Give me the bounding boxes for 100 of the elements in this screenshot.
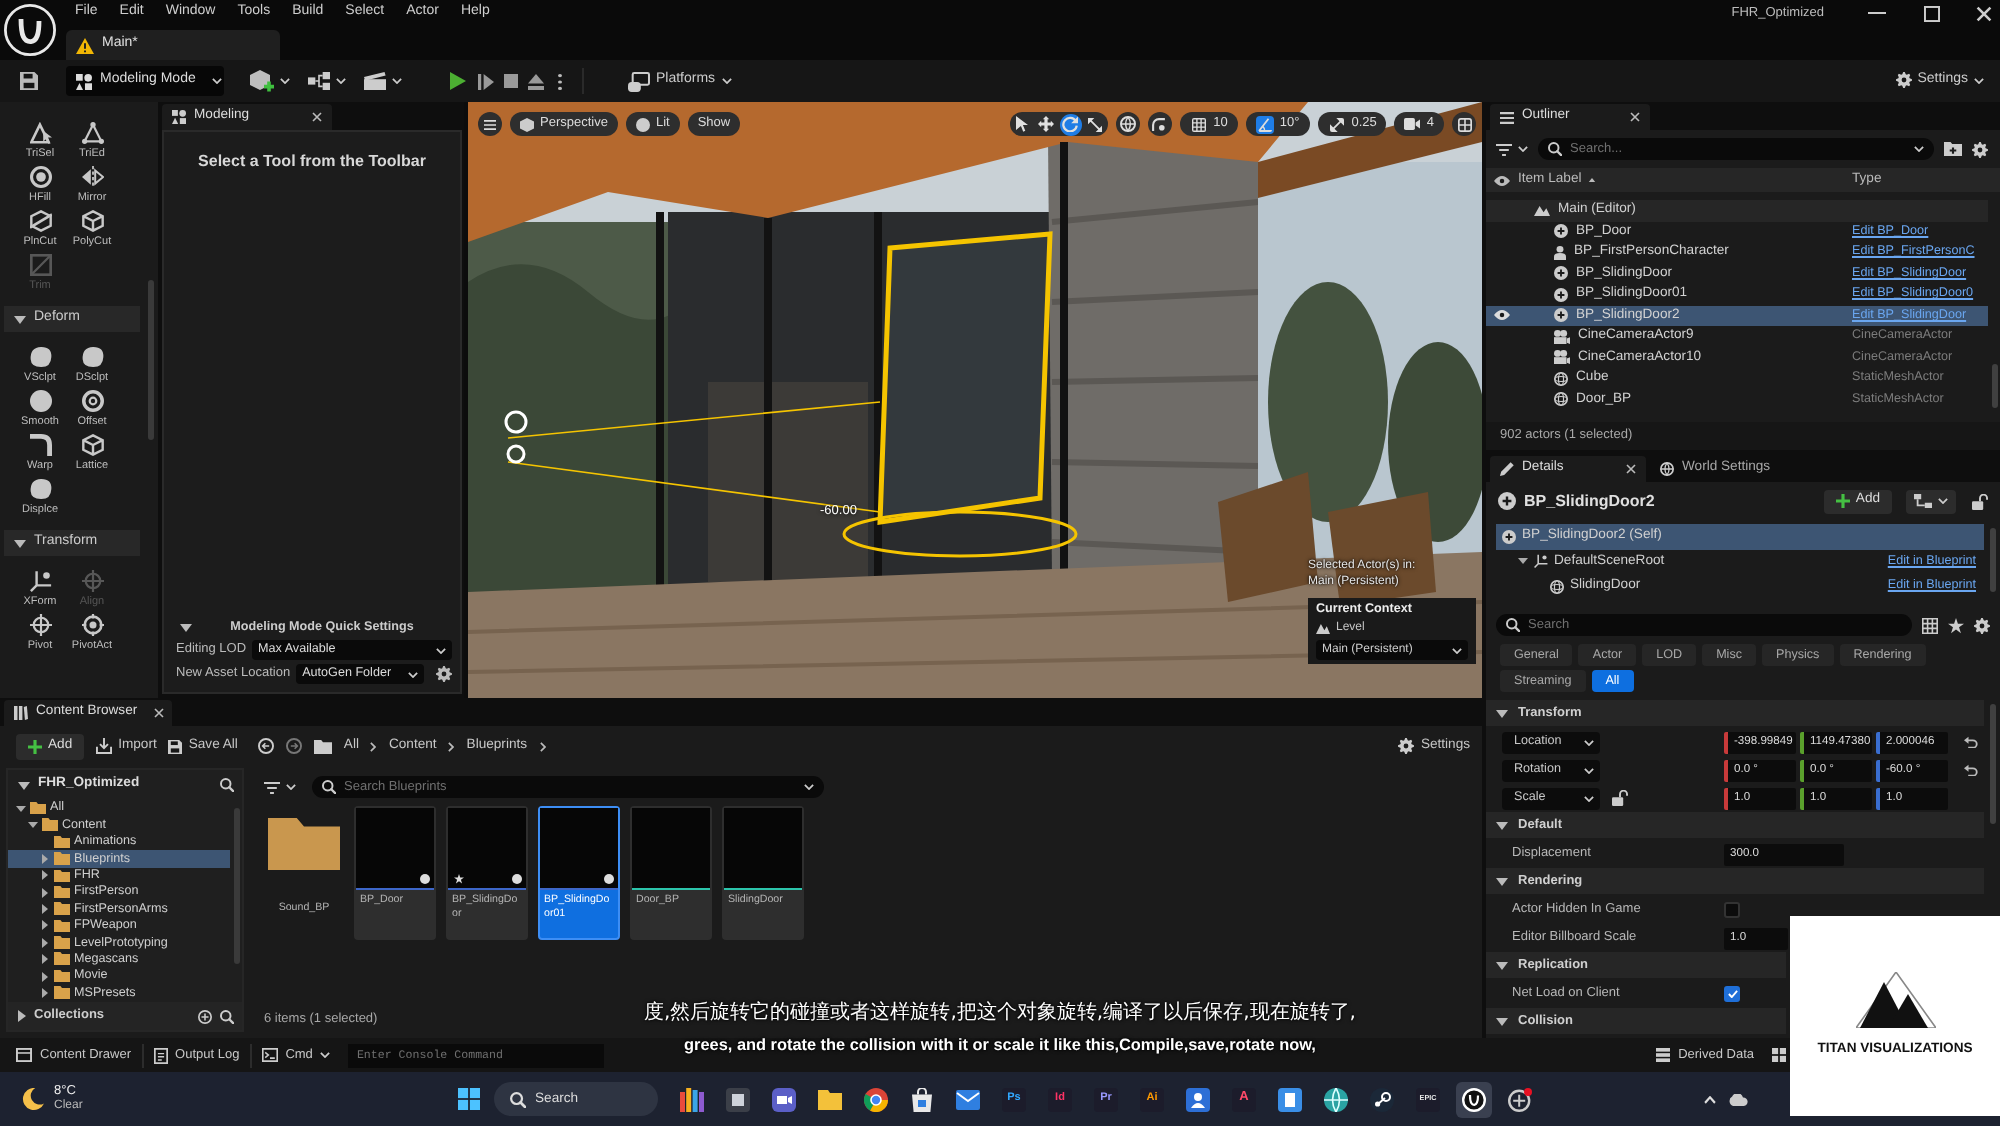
triangle-icon — [81, 122, 103, 145]
open-lock-icon[interactable] — [1612, 790, 1628, 806]
transform-tool-button[interactable] — [1083, 113, 1106, 135]
circle-logo-icon[interactable] — [1456, 1081, 1492, 1117]
forward-icon[interactable] — [285, 738, 302, 754]
chevron-down-icon — [1584, 795, 1594, 801]
grid-icon[interactable] — [1922, 617, 1938, 633]
caret-right-icon[interactable] — [42, 887, 48, 898]
folder-icon[interactable] — [818, 1089, 842, 1109]
search-icon[interactable] — [220, 778, 234, 792]
eye-icon[interactable] — [1494, 310, 1510, 321]
circle-logo-icon[interactable] — [4, 4, 56, 56]
cube-outline-icon — [81, 210, 103, 233]
step-icon[interactable] — [478, 73, 494, 89]
caret-right-icon[interactable] — [18, 1010, 26, 1022]
chevron-up-icon[interactable] — [1703, 1095, 1715, 1103]
cube-icon — [520, 117, 534, 131]
stacked-squares-icon[interactable] — [726, 1087, 750, 1111]
caret-right-icon[interactable] — [42, 987, 48, 998]
caret-down-icon — [1496, 1017, 1508, 1025]
disc-plus-icon — [1554, 287, 1568, 302]
caret-right-icon[interactable] — [42, 920, 48, 931]
video-camera-icon[interactable] — [772, 1087, 796, 1111]
globe-icon — [1660, 462, 1674, 476]
caret-right-icon[interactable] — [42, 937, 48, 948]
back-icon[interactable] — [257, 738, 274, 754]
crosshair-icon — [29, 614, 51, 637]
envelope-icon[interactable] — [956, 1089, 980, 1109]
globe-icon[interactable] — [1324, 1087, 1348, 1111]
color-pencils-icon[interactable] — [680, 1087, 704, 1111]
close-icon[interactable] — [1626, 464, 1636, 474]
chevron-down-icon — [392, 78, 402, 84]
person-tile-icon[interactable] — [1186, 1087, 1210, 1111]
cinematics-button[interactable] — [364, 72, 402, 90]
caret-down-icon[interactable] — [16, 805, 26, 812]
filter-icon — [264, 781, 280, 793]
chevron-down-icon — [1584, 739, 1594, 745]
star-icon[interactable] — [1948, 617, 1964, 633]
add-folder-icon[interactable] — [1944, 142, 1962, 156]
square-icon — [29, 254, 51, 277]
eject-icon[interactable] — [528, 73, 544, 89]
cloud-icon[interactable] — [1727, 1093, 1747, 1105]
checkbox[interactable] — [1724, 986, 1740, 1002]
hamburger-icon — [484, 119, 496, 129]
close-icon[interactable] — [312, 112, 322, 122]
add-actor-button[interactable] — [250, 70, 290, 92]
reset-arrow-icon[interactable] — [1964, 736, 1978, 748]
hierarchy-button[interactable] — [1906, 489, 1956, 513]
filter-button[interactable] — [1496, 143, 1528, 155]
chevron-down-icon — [804, 784, 814, 790]
transform-tool-button[interactable] — [1035, 113, 1058, 135]
settings-icon[interactable] — [436, 666, 452, 682]
minimize-icon[interactable] — [1868, 11, 1886, 15]
document-tile-icon[interactable] — [1278, 1087, 1302, 1111]
warning-icon — [76, 37, 94, 53]
filter-button[interactable] — [264, 781, 296, 793]
search-icon — [1548, 142, 1562, 156]
linked-circles-icon[interactable] — [1370, 1087, 1394, 1111]
triangle-cursor-icon — [29, 122, 51, 145]
chevron-right-icon[interactable] — [539, 741, 546, 751]
caret-right-icon[interactable] — [42, 971, 48, 982]
close-icon[interactable] — [153, 708, 164, 718]
search-icon[interactable] — [220, 1009, 234, 1023]
transform-tool-button[interactable] — [1059, 113, 1082, 135]
scrollbar[interactable] — [1989, 704, 1995, 824]
tiles-icon[interactable] — [1772, 1048, 1786, 1062]
close-icon[interactable] — [1976, 5, 1992, 21]
open-lock-icon[interactable] — [1972, 493, 1988, 509]
chevron-right-icon[interactable] — [448, 741, 455, 751]
scrollbar[interactable] — [1991, 364, 1997, 408]
caret-right-icon[interactable] — [42, 904, 48, 915]
blueprint-button[interactable] — [308, 72, 346, 90]
badged-circle-icon[interactable] — [1508, 1087, 1532, 1111]
disc-plus-icon — [1502, 529, 1516, 544]
caret-right-icon[interactable] — [42, 870, 48, 881]
maximize-icon[interactable] — [1924, 5, 1940, 21]
clapperboard-icon — [364, 72, 386, 90]
add-circle-icon[interactable] — [198, 1009, 212, 1023]
close-icon[interactable] — [1630, 112, 1640, 122]
settings-icon[interactable] — [1972, 141, 1988, 157]
settings-icon[interactable] — [1974, 617, 1990, 633]
start-icon[interactable] — [457, 1088, 479, 1110]
chevron-right-icon[interactable] — [370, 741, 377, 751]
caret-right-icon[interactable] — [42, 954, 48, 965]
scrollbar[interactable] — [1989, 528, 1995, 592]
axes-icon — [29, 570, 51, 593]
chevron-down-icon — [721, 78, 732, 84]
checkbox[interactable] — [1724, 902, 1740, 918]
caret-down-icon — [1496, 821, 1508, 829]
play-icon[interactable] — [450, 72, 466, 90]
ring-icon — [29, 166, 51, 189]
cube-outline-icon — [81, 434, 103, 457]
tricolor-circle-icon[interactable] — [864, 1087, 888, 1111]
shopping-bag-icon[interactable] — [910, 1087, 934, 1111]
cursor-icon — [1016, 116, 1029, 132]
reset-arrow-icon[interactable] — [1964, 764, 1978, 776]
caret-down-icon[interactable] — [28, 822, 38, 829]
chevron-down-icon — [1452, 647, 1462, 654]
panel-icon — [16, 1048, 32, 1062]
caret-down-icon[interactable] — [1518, 558, 1528, 565]
